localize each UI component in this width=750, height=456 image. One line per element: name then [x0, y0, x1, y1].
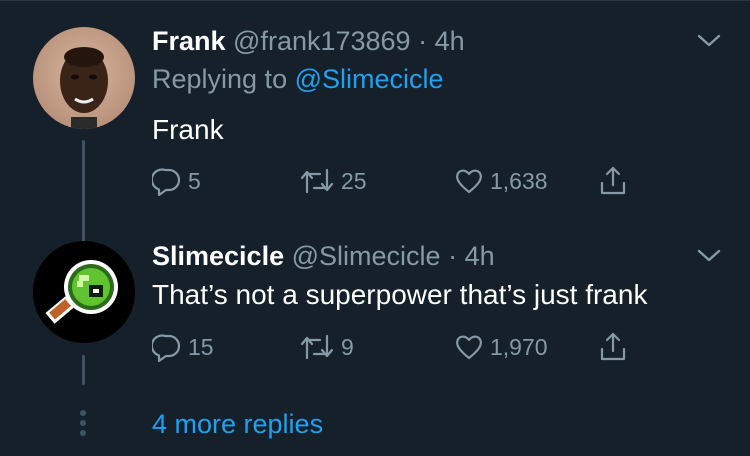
like-icon	[456, 169, 482, 194]
like-button[interactable]: 1,638	[454, 164, 548, 198]
share-button[interactable]	[598, 330, 628, 364]
like-button[interactable]: 1,970	[454, 330, 548, 364]
avatar[interactable]	[33, 241, 135, 343]
separator: ·	[418, 26, 428, 56]
like-count: 1,638	[490, 167, 548, 194]
share-icon	[600, 166, 626, 195]
display-name[interactable]: Frank	[152, 26, 226, 56]
separator: ·	[448, 241, 458, 271]
conversation-thread: Frank @frank173869 · 4h Replying to @Sli…	[0, 0, 750, 456]
display-name[interactable]: Slimecicle	[152, 241, 284, 271]
handle[interactable]: @Slimecicle	[292, 241, 441, 271]
replying-to-label: Replying to	[152, 64, 288, 94]
divider	[0, 0, 750, 1]
handle[interactable]: @frank173869	[233, 26, 411, 56]
reply-button[interactable]: 15	[152, 330, 214, 364]
retweet-icon	[300, 168, 334, 194]
reply-count: 15	[188, 333, 214, 360]
person-photo-avatar-icon	[33, 27, 135, 129]
more-replies-link[interactable]: 4 more replies	[152, 407, 323, 441]
like-icon	[456, 335, 482, 360]
like-count: 1,970	[490, 333, 548, 360]
replying-to-link[interactable]: @Slimecicle	[295, 64, 444, 94]
reply-count: 5	[188, 167, 201, 194]
retweet-button[interactable]: 9	[299, 330, 354, 364]
chevron-down-icon[interactable]	[696, 33, 722, 49]
reply-icon	[152, 334, 181, 362]
retweet-button[interactable]: 25	[299, 164, 367, 198]
timestamp[interactable]: 4h	[435, 26, 465, 56]
share-button[interactable]	[598, 164, 628, 198]
pixel-slime-magnifier-avatar-icon	[33, 241, 135, 343]
tweet-actions: 5 25 1,638	[152, 164, 652, 198]
replying-to: Replying to @Slimecicle	[152, 62, 444, 96]
avatar[interactable]	[33, 27, 135, 129]
retweet-icon	[300, 334, 334, 360]
tweet-text: That’s not a superpower that’s just fran…	[152, 279, 648, 310]
tweet-header: Slimecicle @Slimecicle · 4h	[152, 239, 495, 273]
tweet-header: Frank @frank173869 · 4h	[152, 24, 465, 58]
share-icon	[600, 332, 626, 361]
reply-button[interactable]: 5	[152, 164, 201, 198]
chevron-down-icon[interactable]	[696, 248, 722, 264]
thread-connector	[82, 355, 85, 385]
tweet-text: Frank	[152, 114, 224, 145]
more-replies-dots	[80, 410, 87, 440]
reply-icon	[152, 168, 181, 196]
retweet-count: 25	[341, 167, 367, 194]
timestamp[interactable]: 4h	[465, 241, 495, 271]
retweet-count: 9	[341, 333, 354, 360]
tweet-actions: 15 9 1,970	[152, 330, 652, 364]
